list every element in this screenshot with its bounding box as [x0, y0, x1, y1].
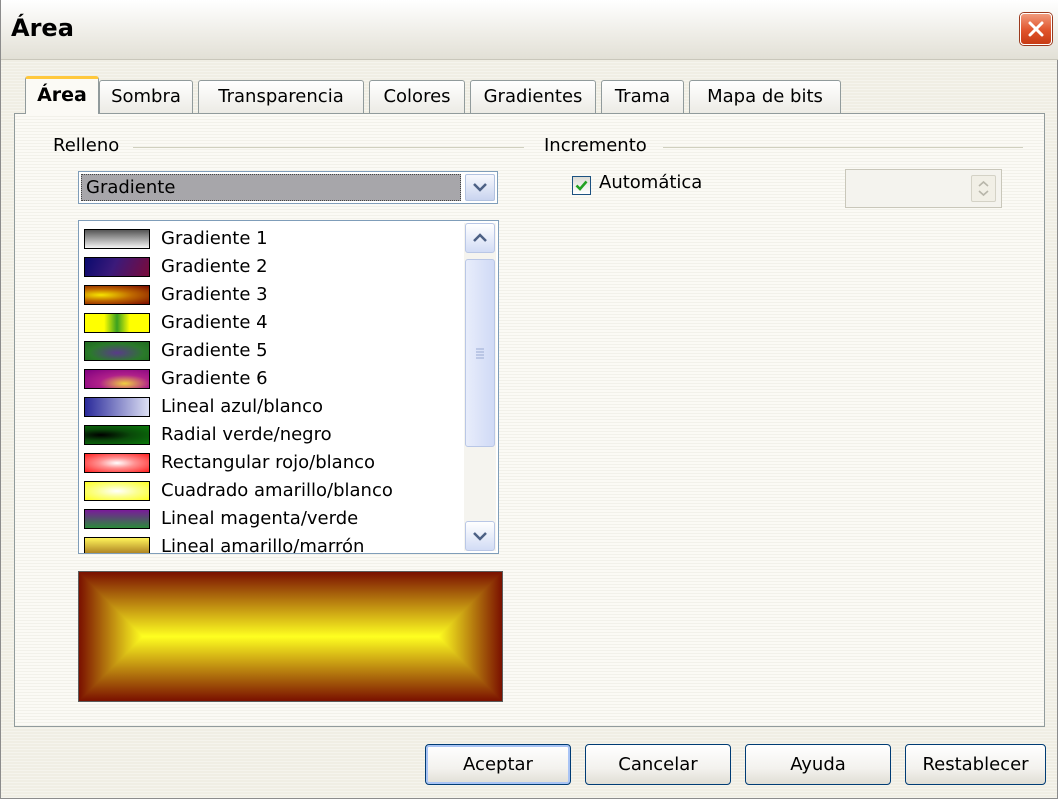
gradient-preview	[78, 571, 503, 702]
cancel-button[interactable]: Cancelar	[585, 744, 731, 785]
list-item[interactable]: Rectangular rojo/blanco	[84, 450, 464, 476]
gradient-swatch	[84, 509, 150, 529]
list-item[interactable]: Gradiente 1	[84, 226, 464, 252]
tab-trama[interactable]: Trama	[601, 80, 684, 113]
list-item[interactable]: Gradiente 3	[84, 282, 464, 308]
list-item-label: Gradiente 1	[161, 228, 268, 249]
ok-button[interactable]: Aceptar	[425, 744, 571, 785]
list-item[interactable]: Gradiente 6	[84, 366, 464, 392]
tab-transparencia[interactable]: Transparencia	[198, 80, 364, 113]
list-item-label: Lineal azul/blanco	[161, 396, 323, 417]
gradient-swatch	[84, 257, 150, 277]
list-item-label: Rectangular rojo/blanco	[161, 452, 376, 473]
gradient-swatch	[84, 285, 150, 305]
close-icon	[1028, 21, 1044, 37]
checkmark-icon	[575, 180, 588, 191]
automatic-checkbox-label[interactable]: Automática	[599, 172, 702, 193]
tab-colores[interactable]: Colores	[369, 80, 465, 113]
list-item-label: Gradiente 2	[161, 256, 268, 277]
tab-gradientes[interactable]: Gradientes	[470, 80, 596, 113]
fill-type-select[interactable]: Gradiente	[78, 171, 498, 204]
gradient-list[interactable]: Gradiente 1 Gradiente 2 Gradiente 3 Grad…	[78, 220, 499, 554]
gradient-swatch	[84, 229, 150, 249]
grip-icon	[476, 348, 484, 359]
increment-spin-buttons	[971, 175, 996, 202]
window-title: Área	[11, 14, 74, 42]
list-item-label: Lineal amarillo/marrón	[161, 536, 365, 554]
gradient-swatch	[84, 369, 150, 389]
list-item[interactable]: Cuadrado amarillo/blanco	[84, 478, 464, 504]
gradient-swatch	[84, 397, 150, 417]
increment-spinbox	[845, 169, 1002, 208]
list-item-label: Radial verde/negro	[161, 424, 332, 445]
scroll-down-button[interactable]	[465, 521, 495, 551]
list-item[interactable]: Lineal magenta/verde	[84, 506, 464, 532]
gradient-swatch	[84, 481, 150, 501]
gradient-list-scrollbar[interactable]	[464, 223, 496, 551]
scroll-up-button[interactable]	[465, 223, 495, 253]
list-item[interactable]: Radial verde/negro	[84, 422, 464, 448]
tab-sombra[interactable]: Sombra	[99, 80, 193, 113]
tab-area[interactable]: Área	[25, 76, 99, 114]
list-item[interactable]: Lineal amarillo/marrón	[84, 534, 464, 554]
chevron-down-icon	[473, 183, 487, 192]
list-item-label: Gradiente 5	[161, 340, 268, 361]
list-item[interactable]: Gradiente 2	[84, 254, 464, 280]
list-item-label: Gradiente 3	[161, 284, 268, 305]
fill-type-dropdown-button[interactable]	[465, 174, 495, 201]
list-item-label: Lineal magenta/verde	[161, 508, 359, 529]
area-dialog: Área Área Sombra Transparencia Colores G…	[0, 0, 1058, 799]
tab-mapa-de-bits[interactable]: Mapa de bits	[689, 80, 841, 113]
increment-group-label: Incremento	[544, 135, 647, 156]
list-item[interactable]: Gradiente 4	[84, 310, 464, 336]
list-item-label: Gradiente 4	[161, 312, 268, 333]
spin-arrows-icon	[978, 180, 989, 197]
gradient-swatch	[84, 453, 150, 473]
fill-group-label: Relleno	[53, 135, 120, 156]
chevron-up-icon	[473, 233, 487, 242]
list-item-label: Gradiente 6	[161, 368, 268, 389]
scroll-thumb[interactable]	[465, 259, 495, 447]
title-bar[interactable]: Área	[1, 0, 1058, 60]
gradient-swatch	[84, 537, 150, 553]
automatic-checkbox[interactable]	[572, 176, 591, 195]
reset-button[interactable]: Restablecer	[905, 744, 1046, 785]
list-item[interactable]: Lineal azul/blanco	[84, 394, 464, 420]
close-button[interactable]	[1020, 13, 1052, 45]
list-item-label: Cuadrado amarillo/blanco	[161, 480, 393, 501]
chevron-down-icon	[473, 532, 487, 541]
gradient-swatch	[84, 341, 150, 361]
list-item[interactable]: Gradiente 5	[84, 338, 464, 364]
fill-type-value: Gradiente	[81, 174, 461, 201]
fill-group-divider	[133, 147, 524, 148]
help-button[interactable]: Ayuda	[745, 744, 891, 785]
gradient-swatch	[84, 425, 150, 445]
gradient-swatch	[84, 313, 150, 333]
increment-group-divider	[663, 147, 1023, 148]
